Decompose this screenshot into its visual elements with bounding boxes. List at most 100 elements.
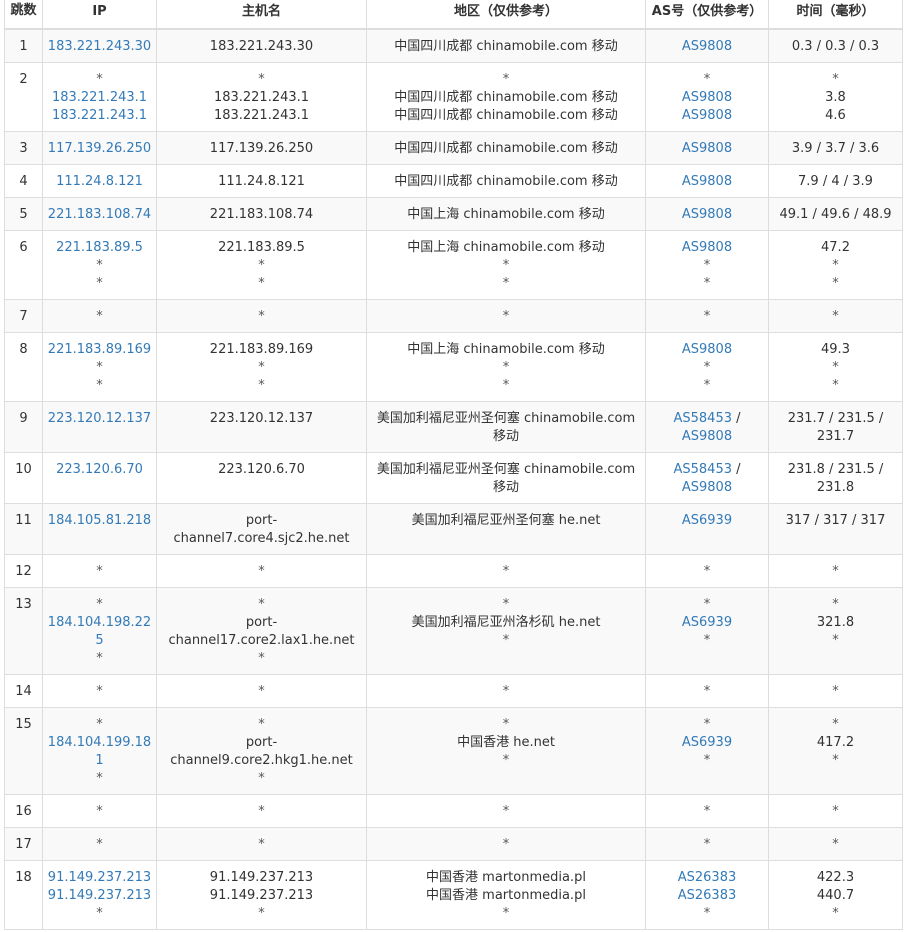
- ip-link[interactable]: 223.120.12.137: [47, 410, 152, 428]
- time-unknown: *: [832, 717, 839, 732]
- hostname-cell: * 183.221.243.1 183.221.243.1: [156, 62, 367, 132]
- hostname-unknown: *: [258, 717, 265, 732]
- as-link[interactable]: AS26383: [650, 887, 764, 905]
- as-link[interactable]: AS9808: [650, 89, 764, 107]
- location-unknown: *: [502, 753, 510, 768]
- as-unknown: *: [703, 72, 711, 87]
- time-cell: 49.1 / 49.6 / 48.9: [768, 197, 903, 231]
- hostname-text: 223.120.12.137: [209, 411, 314, 426]
- as-link[interactable]: AS9808: [650, 341, 764, 359]
- hostname-cell: 111.24.8.121: [156, 164, 367, 198]
- location-unknown: *: [502, 276, 510, 291]
- time-cell: 3.9 / 3.7 / 3.6: [768, 131, 903, 165]
- as-link[interactable]: AS9808: [682, 480, 732, 495]
- location-cell: 美国加利福尼亚州圣何塞 chinamobile.com 移动: [366, 452, 646, 504]
- location-cell: 美国加利福尼亚州圣何塞 he.net: [366, 503, 646, 555]
- ip-link[interactable]: 184.105.81.218: [47, 512, 152, 530]
- location-unknown: *: [502, 684, 510, 699]
- as-unknown: *: [703, 684, 711, 699]
- hop-cell: 15: [4, 707, 43, 795]
- ip-cell: *: [42, 794, 157, 828]
- as-link[interactable]: AS9808: [650, 206, 764, 224]
- as-link[interactable]: AS6939: [650, 734, 764, 752]
- ip-link[interactable]: 183.221.243.1: [47, 107, 152, 125]
- as-link[interactable]: AS58453: [673, 411, 732, 426]
- time-value: 4.6: [825, 108, 846, 123]
- ip-link[interactable]: 183.221.243.1: [47, 89, 152, 107]
- as-separator: /: [731, 462, 741, 477]
- hop-cell: 11: [4, 503, 43, 555]
- table-row: 5 221.183.108.74 221.183.108.74 中国上海 chinam…: [4, 197, 903, 231]
- time-unknown: *: [832, 564, 839, 579]
- as-cell: AS9808 * *: [645, 332, 769, 402]
- hostname-cell: 223.120.6.70: [156, 452, 367, 504]
- as-link[interactable]: AS6939: [650, 614, 764, 632]
- as-link[interactable]: AS9808: [650, 107, 764, 125]
- ip-link[interactable]: 91.149.237.213: [47, 869, 152, 887]
- hostname-cell: 117.139.26.250: [156, 131, 367, 165]
- location-cell: 中国四川成都 chinamobile.com 移动: [366, 131, 646, 165]
- as-list: AS58453 / AS9808: [650, 461, 764, 497]
- header-time: 时间（毫秒）: [768, 0, 903, 30]
- as-link[interactable]: AS9808: [650, 140, 764, 158]
- hostname-cell: 223.120.12.137: [156, 401, 367, 453]
- ip-cell: 223.120.6.70: [42, 452, 157, 504]
- location-unknown: *: [502, 72, 510, 87]
- location-text: 中国四川成都 chinamobile.com 移动: [394, 174, 618, 189]
- time-value: 422.3: [816, 870, 855, 885]
- ip-cell: 117.139.26.250: [42, 131, 157, 165]
- hop-cell: 6: [4, 230, 43, 300]
- ip-cell: 111.24.8.121: [42, 164, 157, 198]
- hostname-cell: *: [156, 299, 367, 333]
- as-cell: AS58453 / AS9808: [645, 452, 769, 504]
- ip-link[interactable]: 221.183.108.74: [47, 206, 152, 224]
- table-row: 3 117.139.26.250 117.139.26.250 中国四川成都 chin…: [4, 131, 903, 165]
- time-cell: 49.3 * *: [768, 332, 903, 402]
- header-hop: 跳数: [4, 0, 43, 30]
- header-location: 地区（仅供参考）: [366, 0, 646, 30]
- ip-link[interactable]: 117.139.26.250: [47, 140, 152, 158]
- time-value: 231.8 / 231.5 / 231.8: [787, 462, 884, 495]
- time-value: 317 / 317 / 317: [785, 513, 886, 528]
- ip-link[interactable]: 221.183.89.5: [47, 239, 152, 257]
- location-cell: *: [366, 674, 646, 708]
- time-cell: * 417.2 *: [768, 707, 903, 795]
- ip-link[interactable]: 183.221.243.30: [47, 38, 152, 56]
- location-cell: *: [366, 554, 646, 588]
- table-row: 7 * * * * *: [4, 299, 903, 333]
- ip-cell: 184.105.81.218: [42, 503, 157, 555]
- ip-link[interactable]: 223.120.6.70: [47, 461, 152, 479]
- as-link[interactable]: AS26383: [650, 869, 764, 887]
- time-cell: *: [768, 299, 903, 333]
- hostname-text: 117.139.26.250: [209, 141, 314, 156]
- as-link[interactable]: AS9808: [650, 173, 764, 191]
- time-value: 3.9 / 3.7 / 3.6: [791, 141, 880, 156]
- ip-link[interactable]: 184.104.198.225: [47, 614, 152, 650]
- ip-link[interactable]: 221.183.89.169: [47, 341, 152, 359]
- as-link[interactable]: AS9808: [650, 239, 764, 257]
- ip-unknown: *: [96, 717, 103, 732]
- location-cell: 中国上海 chinamobile.com 移动 * *: [366, 230, 646, 300]
- as-link[interactable]: AS6939: [650, 512, 764, 530]
- as-list: AS58453 / AS9808: [650, 410, 764, 446]
- hop-cell: 17: [4, 827, 43, 861]
- as-unknown: *: [703, 753, 711, 768]
- as-link[interactable]: AS9808: [682, 429, 732, 444]
- as-cell: AS9808: [645, 164, 769, 198]
- location-text: 中国香港 martonmedia.pl: [426, 888, 586, 903]
- location-cell: 美国加利福尼亚州圣何塞 chinamobile.com 移动: [366, 401, 646, 453]
- location-cell: * 中国四川成都 chinamobile.com 移动 中国四川成都 chinamo…: [366, 62, 646, 132]
- time-cell: *: [768, 674, 903, 708]
- as-link[interactable]: AS9808: [650, 38, 764, 56]
- as-cell: *: [645, 299, 769, 333]
- hostname-text: 91.149.237.213: [209, 888, 314, 903]
- ip-link[interactable]: 111.24.8.121: [47, 173, 152, 191]
- location-unknown: *: [502, 837, 510, 852]
- as-unknown: *: [703, 276, 711, 291]
- hostname-unknown: *: [258, 771, 265, 786]
- ip-link[interactable]: 91.149.237.213: [47, 887, 152, 905]
- location-text: 中国上海 chinamobile.com 移动: [407, 207, 605, 222]
- hop-cell: 1: [4, 28, 43, 63]
- ip-link[interactable]: 184.104.199.181: [47, 734, 152, 770]
- as-link[interactable]: AS58453: [673, 462, 732, 477]
